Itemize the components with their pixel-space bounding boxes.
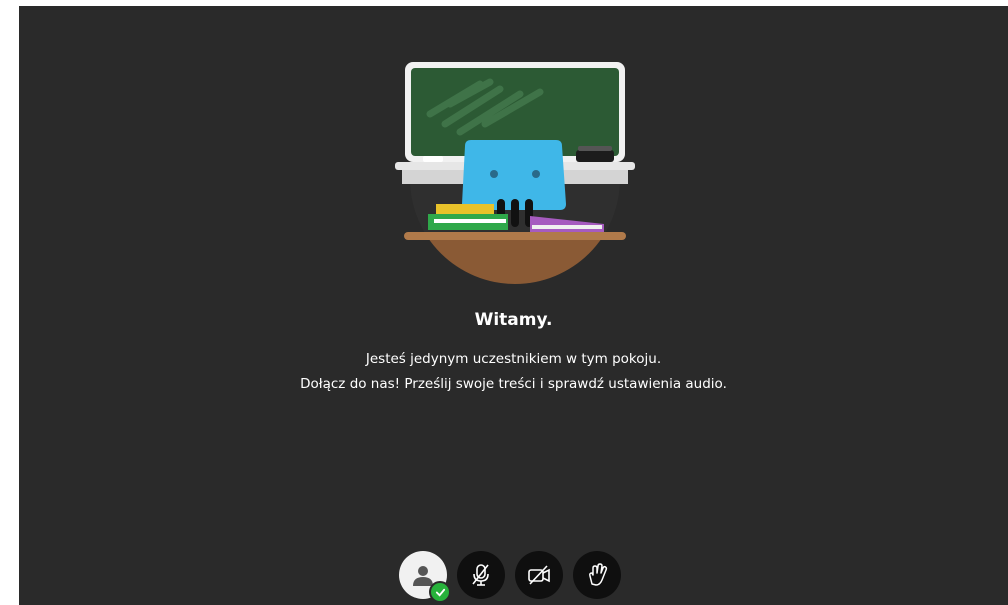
- user-avatar-button[interactable]: [399, 551, 451, 603]
- microphone-toggle-button[interactable]: [457, 551, 505, 599]
- welcome-title: Witamy.: [474, 310, 553, 330]
- camera-toggle-button[interactable]: [515, 551, 563, 599]
- raise-hand-button[interactable]: [573, 551, 621, 599]
- welcome-message-line-1: Jesteś jedynym uczestnikiem w tym pokoju…: [365, 351, 662, 367]
- mic-off-icon: [472, 564, 489, 586]
- classroom-illustration: [395, 62, 635, 284]
- camera-off-icon: [528, 565, 550, 585]
- media-controls: [399, 551, 621, 603]
- welcome-message-line-2: Dołącz do nas! Prześlij swoje treści i s…: [300, 376, 727, 392]
- connected-badge: [429, 581, 451, 603]
- check-icon: [435, 588, 445, 597]
- hand-icon: [589, 563, 608, 586]
- main-stage: Witamy. Jesteś jedynym uczestnikiem w ty…: [19, 6, 1008, 605]
